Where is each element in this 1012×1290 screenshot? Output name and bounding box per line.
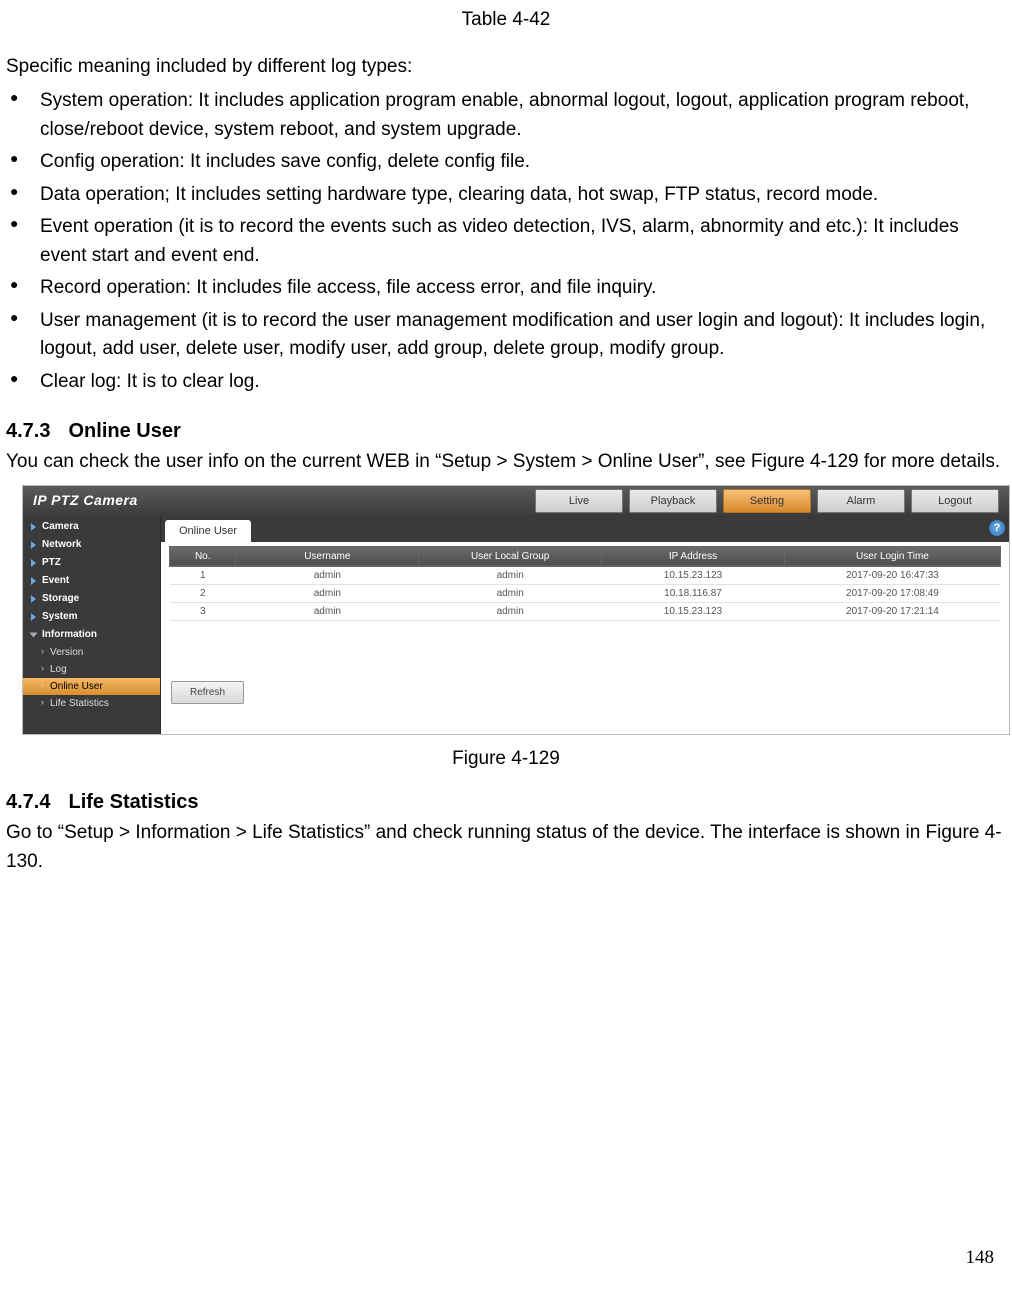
bullet-item: System operation: It includes applicatio…	[6, 87, 1006, 144]
refresh-button[interactable]: Refresh	[171, 681, 244, 704]
sidebar-item-label: Storage	[42, 591, 79, 606]
section-title: Online User	[68, 420, 180, 442]
cell: admin	[236, 584, 419, 602]
cell: 2017-09-20 16:47:33	[784, 566, 1000, 584]
table-row: 1 admin admin 10.15.23.123 2017-09-20 16…	[170, 566, 1001, 584]
top-bar: IP PTZ Camera Live Playback Setting Alar…	[23, 486, 1009, 516]
sidebar-item-storage[interactable]: Storage	[23, 590, 160, 608]
triangle-icon	[31, 613, 36, 621]
col-ip-address: IP Address	[602, 546, 785, 566]
triangle-icon	[30, 632, 38, 637]
cell: admin	[419, 566, 602, 584]
sidebar-item-label: PTZ	[42, 555, 61, 570]
col-username: Username	[236, 546, 419, 566]
help-icon[interactable]: ?	[989, 520, 1005, 536]
chevron-icon: ›	[41, 679, 44, 693]
sidebar-sub-online-user[interactable]: › Online User	[23, 678, 160, 695]
sidebar-item-event[interactable]: Event	[23, 572, 160, 590]
cell: 3	[170, 602, 236, 620]
nav-setting[interactable]: Setting	[723, 489, 811, 513]
tab-strip: Online User	[161, 516, 1009, 542]
sidebar-sub-version[interactable]: › Version	[23, 644, 160, 661]
cell: 1	[170, 566, 236, 584]
sidebar-item-information[interactable]: Information	[23, 626, 160, 644]
cell: admin	[236, 566, 419, 584]
sidebar-item-ptz[interactable]: PTZ	[23, 554, 160, 572]
triangle-icon	[31, 577, 36, 585]
cell: admin	[236, 602, 419, 620]
cell: 10.18.116.87	[602, 584, 785, 602]
cell: 2	[170, 584, 236, 602]
sidebar-item-label: System	[42, 609, 78, 624]
table-row: 3 admin admin 10.15.23.123 2017-09-20 17…	[170, 602, 1001, 620]
sidebar-item-label: Information	[42, 627, 97, 642]
chevron-icon: ›	[41, 645, 44, 659]
cell: admin	[419, 584, 602, 602]
top-nav: Live Playback Setting Alarm Logout	[535, 489, 999, 513]
sidebar-sub-life-statistics[interactable]: › Life Statistics	[23, 695, 160, 712]
sidebar-item-camera[interactable]: Camera	[23, 518, 160, 536]
intro-paragraph: Specific meaning included by different l…	[6, 53, 1006, 82]
sidebar: Camera Network PTZ Event Storage System …	[23, 516, 161, 734]
sidebar-item-label: Camera	[42, 519, 79, 534]
bullet-item: Clear log: It is to clear log.	[6, 368, 1006, 397]
section-number: 4.7.4	[6, 787, 50, 817]
col-no: No.	[170, 546, 236, 566]
sidebar-item-network[interactable]: Network	[23, 536, 160, 554]
sidebar-item-system[interactable]: System	[23, 608, 160, 626]
sidebar-sub-label: Life Statistics	[50, 696, 109, 711]
tab-online-user[interactable]: Online User	[165, 520, 251, 542]
section-number: 4.7.3	[6, 416, 50, 446]
triangle-icon	[31, 523, 36, 531]
nav-live[interactable]: Live	[535, 489, 623, 513]
chevron-icon: ›	[41, 662, 44, 676]
nav-playback[interactable]: Playback	[629, 489, 717, 513]
bullet-item: Record operation: It includes file acces…	[6, 274, 1006, 303]
log-type-bullet-list: System operation: It includes applicatio…	[6, 87, 1006, 396]
sidebar-sub-label: Log	[50, 662, 67, 677]
table-row: 2 admin admin 10.18.116.87 2017-09-20 17…	[170, 584, 1001, 602]
triangle-icon	[31, 541, 36, 549]
bullet-item: Data operation; It includes setting hard…	[6, 181, 1006, 210]
cell: admin	[419, 602, 602, 620]
sidebar-item-label: Network	[42, 537, 81, 552]
section-474-paragraph: Go to “Setup > Information > Life Statis…	[6, 819, 1006, 876]
sidebar-item-label: Event	[42, 573, 69, 588]
sidebar-sub-log[interactable]: › Log	[23, 661, 160, 678]
col-user-local-group: User Local Group	[419, 546, 602, 566]
figure-caption: Figure 4-129	[6, 745, 1006, 774]
cell: 10.15.23.123	[602, 602, 785, 620]
brand-label: IP PTZ Camera	[33, 490, 138, 511]
sidebar-sub-label: Version	[50, 645, 83, 660]
cell: 10.15.23.123	[602, 566, 785, 584]
triangle-icon	[31, 595, 36, 603]
bullet-item: Event operation (it is to record the eve…	[6, 213, 1006, 270]
section-heading-473: 4.7.3 Online User	[6, 416, 1006, 446]
table-caption: Table 4-42	[6, 0, 1006, 35]
col-user-login-time: User Login Time	[784, 546, 1000, 566]
nav-alarm[interactable]: Alarm	[817, 489, 905, 513]
chevron-icon: ›	[41, 696, 44, 710]
cell: 2017-09-20 17:08:49	[784, 584, 1000, 602]
sidebar-sub-label: Online User	[50, 679, 103, 694]
embedded-ui-screenshot: IP PTZ Camera Live Playback Setting Alar…	[22, 485, 1010, 735]
section-title: Life Statistics	[68, 791, 198, 813]
online-user-table: No. Username User Local Group IP Address…	[169, 546, 1001, 621]
bullet-item: User management (it is to record the use…	[6, 307, 1006, 364]
triangle-icon	[31, 559, 36, 567]
bullet-item: Config operation: It includes save confi…	[6, 148, 1006, 177]
section-heading-474: 4.7.4 Life Statistics	[6, 787, 1006, 817]
section-473-paragraph: You can check the user info on the curre…	[6, 448, 1006, 477]
cell: 2017-09-20 17:21:14	[784, 602, 1000, 620]
page-number: 148	[966, 1244, 995, 1273]
main-panel: ? Online User No. Username User Local Gr…	[161, 516, 1009, 734]
nav-logout[interactable]: Logout	[911, 489, 999, 513]
